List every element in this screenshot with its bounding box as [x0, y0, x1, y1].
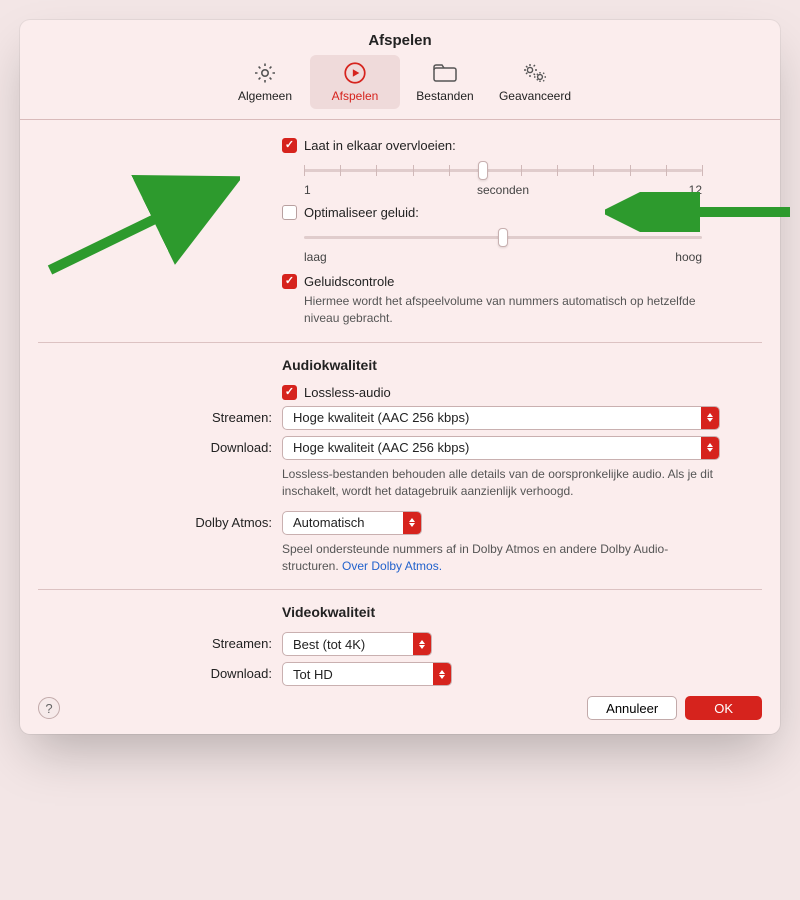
sound-enhancer-checkbox[interactable]: Optimaliseer geluid: — [282, 205, 720, 220]
sound-check-label: Geluidscontrole — [304, 274, 394, 289]
chevron-updown-icon — [701, 437, 719, 459]
tab-files[interactable]: Bestanden — [400, 55, 490, 109]
divider — [20, 119, 780, 120]
chevron-updown-icon — [413, 633, 431, 655]
slider-thumb[interactable] — [498, 228, 508, 247]
chevron-updown-icon — [701, 407, 719, 429]
crossfade-label: Laat in elkaar overvloeien: — [304, 138, 456, 153]
ok-button[interactable]: OK — [685, 696, 762, 720]
atmos-select[interactable]: Automatisch — [282, 511, 422, 535]
video-download-select[interactable]: Tot HD — [282, 662, 452, 686]
crossfade-unit: seconden — [477, 183, 529, 197]
checkbox-icon — [282, 385, 297, 400]
sound-enhancer-slider[interactable] — [304, 228, 702, 246]
chevron-updown-icon — [403, 512, 421, 534]
tab-general[interactable]: Algemeen — [220, 55, 310, 109]
tab-advanced[interactable]: Geavanceerd — [490, 55, 580, 109]
download-value: Hoge kwaliteit (AAC 256 kbps) — [283, 440, 701, 455]
video-stream-value: Best (tot 4K) — [283, 637, 413, 652]
atmos-help: Speel ondersteunde nummers af in Dolby A… — [282, 541, 720, 576]
double-gear-icon — [494, 59, 576, 87]
atmos-value: Automatisch — [283, 515, 403, 530]
download-label: Download: — [72, 436, 282, 455]
crossfade-max: 12 — [689, 183, 702, 197]
crossfade-checkbox[interactable]: Laat in elkaar overvloeien: — [282, 138, 720, 153]
sound-check-checkbox[interactable]: Geluidscontrole — [282, 274, 720, 289]
atmos-link[interactable]: Over Dolby Atmos. — [342, 559, 442, 573]
video-stream-select[interactable]: Best (tot 4K) — [282, 632, 432, 656]
crossfade-slider[interactable] — [304, 161, 702, 179]
crossfade-min: 1 — [304, 183, 311, 197]
sound-check-help: Hiermee wordt het afspeelvolume van numm… — [282, 293, 720, 328]
stream-label: Streamen: — [72, 406, 282, 425]
video-download-value: Tot HD — [283, 667, 433, 682]
divider — [38, 589, 762, 590]
tab-playback[interactable]: Afspelen — [310, 55, 400, 109]
chevron-updown-icon — [433, 663, 451, 685]
video-quality-heading: Videokwaliteit — [282, 604, 720, 620]
tab-advanced-label: Geavanceerd — [494, 89, 576, 103]
download-select[interactable]: Hoge kwaliteit (AAC 256 kbps) — [282, 436, 720, 460]
sound-enhancer-low: laag — [304, 250, 327, 264]
video-stream-label: Streamen: — [72, 632, 282, 651]
sound-enhancer-label: Optimaliseer geluid: — [304, 205, 419, 220]
cancel-button[interactable]: Annuleer — [587, 696, 677, 720]
lossless-label: Lossless-audio — [304, 385, 391, 400]
video-download-label: Download: — [72, 662, 282, 681]
tab-files-label: Bestanden — [404, 89, 486, 103]
folder-icon — [404, 59, 486, 87]
play-circle-icon — [314, 59, 396, 87]
atmos-label: Dolby Atmos: — [72, 511, 282, 530]
audio-quality-heading: Audiokwaliteit — [282, 357, 720, 373]
divider — [38, 342, 762, 343]
lossless-checkbox[interactable]: Lossless-audio — [282, 385, 720, 400]
lossless-help: Lossless-bestanden behouden alle details… — [282, 466, 720, 501]
tab-general-label: Algemeen — [224, 89, 306, 103]
footer: ? Annuleer OK — [20, 696, 780, 720]
tab-playback-label: Afspelen — [314, 89, 396, 103]
preferences-window: Afspelen Algemeen Afspelen Bestanden Gea… — [20, 20, 780, 734]
checkbox-icon — [282, 138, 297, 153]
sound-enhancer-high: hoog — [675, 250, 702, 264]
help-button[interactable]: ? — [38, 697, 60, 719]
window-title: Afspelen — [20, 20, 780, 53]
tabs: Algemeen Afspelen Bestanden Geavanceerd — [20, 53, 780, 119]
checkbox-icon — [282, 274, 297, 289]
stream-select[interactable]: Hoge kwaliteit (AAC 256 kbps) — [282, 406, 720, 430]
checkbox-icon — [282, 205, 297, 220]
slider-thumb[interactable] — [478, 161, 488, 180]
gear-icon — [224, 59, 306, 87]
stream-value: Hoge kwaliteit (AAC 256 kbps) — [283, 410, 701, 425]
